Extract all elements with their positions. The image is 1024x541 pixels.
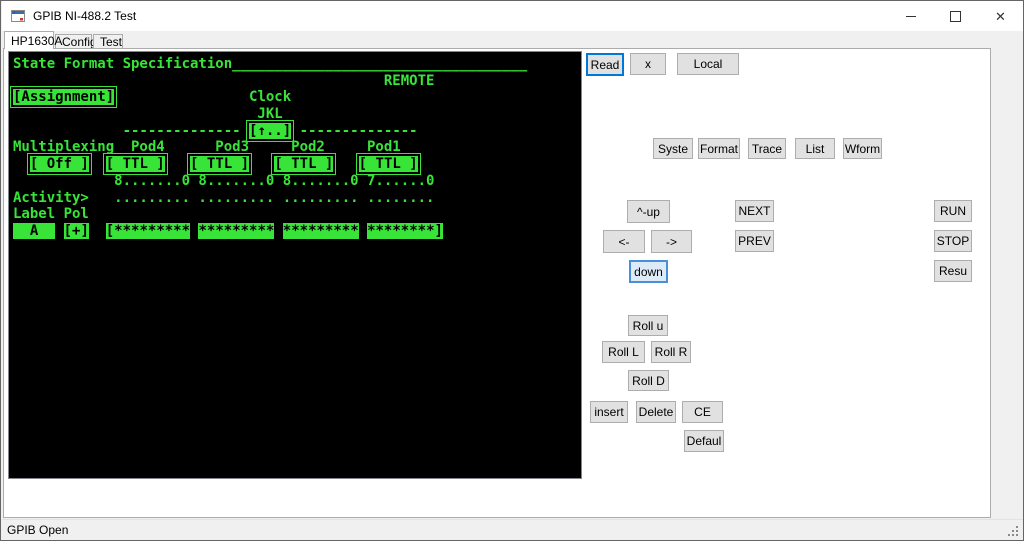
delete-button[interactable]: Delete: [636, 401, 676, 423]
run-button[interactable]: RUN: [934, 200, 972, 222]
status-bar: GPIB Open: [2, 519, 1024, 541]
list-button[interactable]: List: [795, 138, 835, 159]
resize-grip-icon[interactable]: [1008, 526, 1020, 538]
cursor-down-button[interactable]: down: [629, 260, 668, 283]
roll-right-button[interactable]: Roll R: [651, 341, 691, 363]
app-icon: [10, 8, 26, 24]
x-button[interactable]: x: [630, 53, 666, 75]
window-title: GPIB NI-488.2 Test: [33, 1, 136, 31]
trace-button[interactable]: Trace: [748, 138, 786, 159]
local-button[interactable]: Local: [677, 53, 739, 75]
title-bar[interactable]: GPIB NI-488.2 Test ✕: [2, 1, 1023, 31]
status-text: GPIB Open: [7, 523, 68, 537]
terminal-row: [Assignment] Clock: [13, 89, 581, 106]
stop-button[interactable]: STOP: [934, 230, 972, 252]
close-button[interactable]: ✕: [978, 1, 1023, 31]
cursor-up-button[interactable]: ^-up: [627, 200, 670, 223]
roll-left-button[interactable]: Roll L: [602, 341, 645, 363]
maximize-icon: [950, 11, 961, 22]
minimize-icon: [906, 16, 916, 17]
terminal-row: Multiplexing Pod4 Pod3 Pod2 Pod1: [13, 139, 581, 156]
terminal-row: JKL: [13, 106, 581, 123]
maximize-button[interactable]: [933, 1, 978, 31]
terminal-row: -------------- [↑..] --------------: [13, 123, 581, 140]
read-button[interactable]: Read: [586, 53, 624, 76]
roll-up-button[interactable]: Roll u: [628, 315, 668, 336]
tab-test[interactable]: Test: [93, 34, 123, 49]
format-button[interactable]: Format: [698, 138, 740, 159]
close-icon: ✕: [995, 10, 1006, 23]
terminal-row: A [+] [********* ********* ********* ***…: [13, 223, 581, 240]
default-button[interactable]: Defaul: [684, 430, 724, 452]
cursor-right-button[interactable]: ->: [651, 230, 692, 253]
next-button[interactable]: NEXT: [735, 200, 774, 222]
prev-button[interactable]: PREV: [735, 230, 774, 252]
app-window: GPIB NI-488.2 Test ✕ HP1630A Config Test…: [0, 0, 1024, 541]
system-button[interactable]: Syste: [653, 138, 693, 159]
terminal-row: Label Pol: [13, 206, 581, 223]
terminal-row: Activity> ......... ......... ......... …: [13, 190, 581, 207]
wform-button[interactable]: Wform: [843, 138, 882, 159]
minimize-button[interactable]: [888, 1, 933, 31]
cursor-left-button[interactable]: <-: [603, 230, 645, 253]
terminal-row: State Format Specification______________…: [13, 56, 581, 73]
roll-down-button[interactable]: Roll D: [628, 370, 669, 391]
tab-hp1630a[interactable]: HP1630A: [4, 31, 54, 49]
hp1630a-display: State Format Specification______________…: [8, 51, 582, 479]
terminal-row: [ Off ] [ TTL ] [ TTL ] [ TTL ] [ TTL ]: [13, 156, 581, 173]
insert-button[interactable]: insert: [590, 401, 628, 423]
terminal-row: 8.......0 8.......0 8.......0 7......0: [13, 173, 581, 190]
resume-button[interactable]: Resu: [934, 260, 972, 282]
ce-button[interactable]: CE: [682, 401, 723, 423]
terminal-row: REMOTE: [13, 73, 581, 90]
